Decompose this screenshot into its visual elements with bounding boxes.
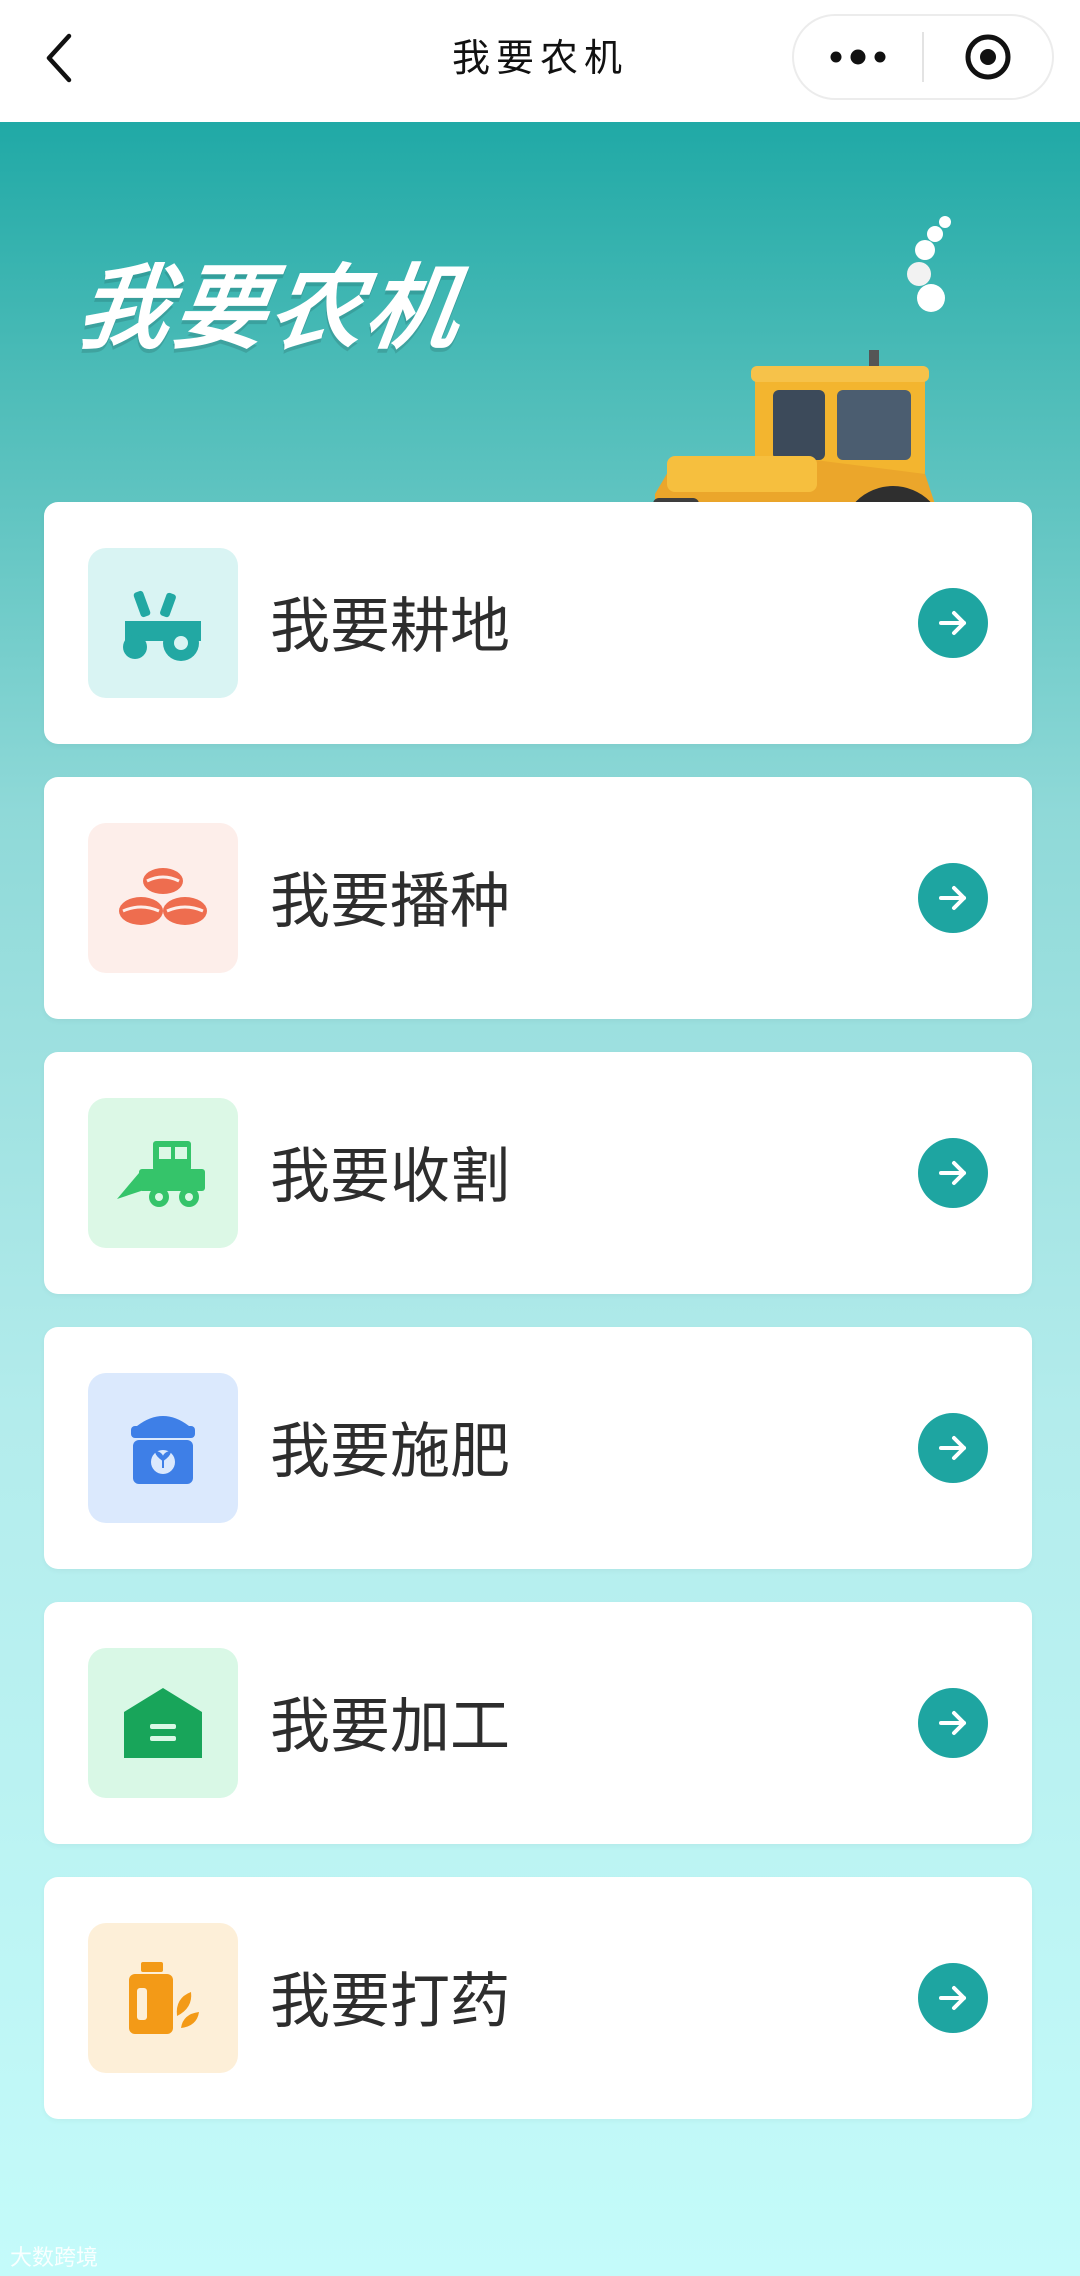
icon-box xyxy=(88,1648,238,1798)
icon-box xyxy=(88,548,238,698)
icon-box xyxy=(88,1098,238,1248)
fertilizer-bag-icon xyxy=(131,1416,195,1484)
arrow-right-icon xyxy=(939,1986,966,2010)
arrow-right-button[interactable] xyxy=(918,1688,988,1758)
arrow-right-button[interactable] xyxy=(918,1413,988,1483)
menu-card-sowing[interactable]: 我要播种 xyxy=(44,777,1032,1019)
hero-title: 我要农机 xyxy=(71,255,471,362)
arrow-right-button[interactable] xyxy=(918,1963,988,2033)
menu-card-spraying[interactable]: 我要打药 xyxy=(44,1877,1032,2119)
arrow-right-button[interactable] xyxy=(918,863,988,933)
more-button[interactable] xyxy=(794,16,922,98)
mini-program-capsule xyxy=(792,14,1054,100)
arrow-right-icon xyxy=(939,886,966,910)
arrow-right-button[interactable] xyxy=(918,588,988,658)
seeds-icon xyxy=(119,868,207,925)
menu-card-plowing[interactable]: 我要耕地 xyxy=(44,502,1032,744)
content-area: 我要农机 我要耕地 我要播种 我要收割 我要施肥 我要加工 我要打药 xyxy=(0,122,1080,2276)
card-label: 我要耕地 xyxy=(270,592,510,662)
card-label: 我要收割 xyxy=(270,1142,510,1212)
card-label: 我要加工 xyxy=(270,1692,510,1762)
icon-box xyxy=(88,1373,238,1523)
arrow-right-button[interactable] xyxy=(918,1138,988,1208)
target-close-icon xyxy=(965,34,1011,80)
watermark: 大数跨境 xyxy=(10,2246,99,2271)
tractor-icon xyxy=(123,590,201,661)
arrow-right-icon xyxy=(939,1436,966,1460)
harvester-icon xyxy=(117,1141,205,1207)
menu-card-processing[interactable]: 我要加工 xyxy=(44,1602,1032,1844)
more-dots-icon xyxy=(830,49,886,65)
card-label: 我要播种 xyxy=(270,867,510,937)
card-label: 我要打药 xyxy=(270,1967,510,2037)
arrow-right-icon xyxy=(939,1161,966,1185)
card-label: 我要施肥 xyxy=(270,1417,510,1487)
menu-card-fertilizing[interactable]: 我要施肥 xyxy=(44,1327,1032,1569)
icon-box xyxy=(88,823,238,973)
close-button[interactable] xyxy=(924,16,1052,98)
arrow-right-icon xyxy=(939,1711,966,1735)
nav-bar: 我要农机 xyxy=(0,0,1080,123)
menu-card-harvesting[interactable]: 我要收割 xyxy=(44,1052,1032,1294)
icon-box xyxy=(88,1923,238,2073)
warehouse-icon xyxy=(124,1688,202,1758)
arrow-right-icon xyxy=(939,611,966,635)
pesticide-icon xyxy=(129,1962,199,2034)
